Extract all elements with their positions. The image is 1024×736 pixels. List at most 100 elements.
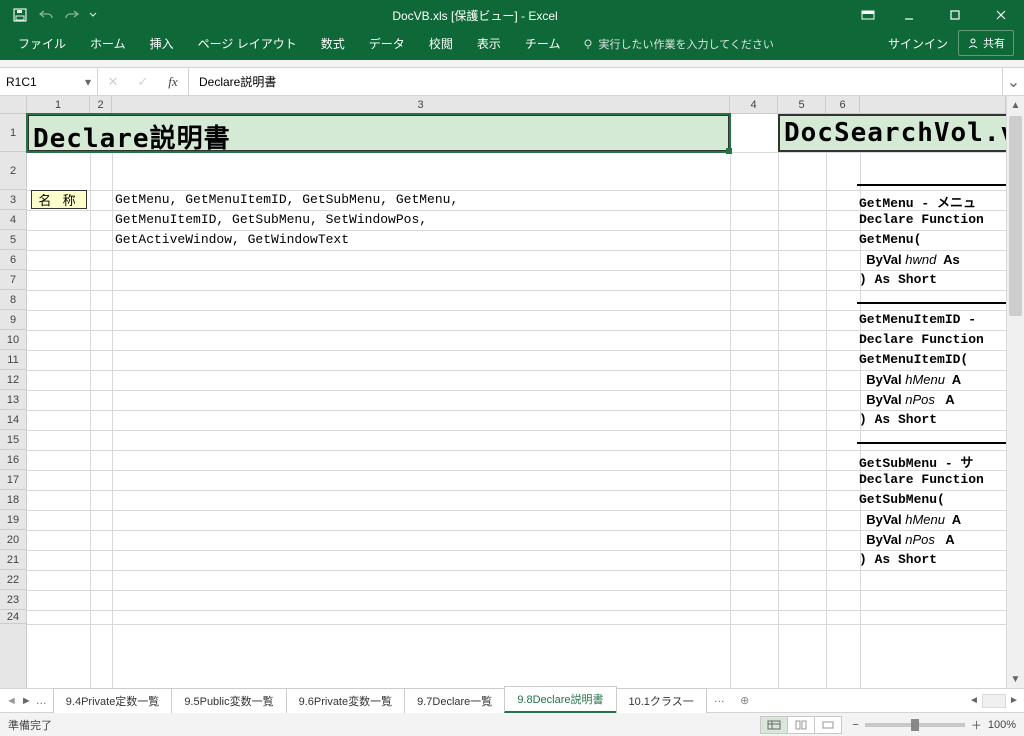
label-name-cell[interactable]: 名 称	[31, 190, 87, 209]
save-icon[interactable]	[8, 3, 32, 27]
tell-me[interactable]: 実行したい作業を入力してください	[572, 30, 783, 60]
row-header[interactable]: 5	[0, 230, 26, 250]
cell-text[interactable]: ByVal nPos A	[859, 392, 955, 408]
tab-pagelayout[interactable]: ページ レイアウト	[186, 29, 309, 60]
cell-text[interactable]: GetMenu - メニュ	[859, 192, 976, 211]
redo-icon[interactable]	[60, 3, 84, 27]
sheet-nav-more[interactable]: …	[36, 695, 47, 707]
row-header[interactable]: 7	[0, 270, 26, 290]
row-header[interactable]: 17	[0, 470, 26, 490]
qat-dropdown-icon[interactable]	[86, 3, 100, 27]
row-header[interactable]: 10	[0, 330, 26, 350]
zoom-out-button[interactable]: −	[852, 719, 858, 731]
chevron-down-icon[interactable]: ▾	[85, 75, 91, 89]
zoom-in-button[interactable]: ＋	[971, 717, 982, 733]
view-pagelayout-icon[interactable]	[787, 716, 815, 734]
sheet-tab[interactable]: 9.6Private変数一覧	[286, 688, 406, 713]
cell-text[interactable]: GetSubMenu - サ	[859, 452, 973, 471]
row-header[interactable]: 22	[0, 570, 26, 590]
column-header[interactable]: 4	[730, 96, 778, 113]
sheet-nav-prev-icon[interactable]: ◄	[6, 695, 17, 707]
cell-text[interactable]: GetMenu, GetMenuItemID, GetSubMenu, GetM…	[115, 192, 458, 207]
cell-text[interactable]: GetMenuItemID, GetSubMenu, SetWindowPos,	[115, 212, 427, 227]
column-header[interactable]: 3	[112, 96, 730, 113]
row-header[interactable]: 11	[0, 350, 26, 370]
column-header[interactable]: 2	[90, 96, 112, 113]
hscroll-right-icon[interactable]: ►	[1006, 695, 1022, 706]
cell-text[interactable]: GetSubMenu(	[859, 492, 945, 507]
row-header[interactable]: 23	[0, 590, 26, 610]
tab-data[interactable]: データ	[357, 29, 417, 60]
tab-file[interactable]: ファイル	[6, 29, 78, 60]
cell-text[interactable]: ) As Short	[859, 272, 937, 287]
zoom-level[interactable]: 100%	[988, 719, 1016, 731]
sheet-tab[interactable]: 9.7Declare一覧	[404, 688, 505, 713]
column-header[interactable]: 1	[27, 96, 90, 113]
cell-text[interactable]: Declare Function	[859, 212, 984, 227]
column-header[interactable]: 6	[826, 96, 860, 113]
expand-formula-icon[interactable]: ⌄	[1002, 68, 1024, 95]
column-header[interactable]: 5	[778, 96, 826, 113]
row-header[interactable]: 8	[0, 290, 26, 310]
sheet-nav-next-icon[interactable]: ►	[21, 695, 32, 707]
title-cell-left[interactable]: Declare説明書	[27, 114, 730, 152]
cell-text[interactable]: ByVal nPos A	[859, 532, 955, 548]
row-header[interactable]: 24	[0, 610, 26, 624]
title-cell-right[interactable]: DocSearchVol.v	[778, 114, 1024, 152]
row-header[interactable]: 6	[0, 250, 26, 270]
cell-text[interactable]: ByVal hMenu A	[859, 512, 961, 528]
row-header[interactable]: 3	[0, 190, 26, 210]
cell-text[interactable]: GetMenuItemID -	[859, 312, 976, 327]
cell-text[interactable]: Declare Function	[859, 472, 984, 487]
scroll-down-icon[interactable]: ▼	[1007, 670, 1024, 688]
view-normal-icon[interactable]	[760, 716, 788, 734]
row-header[interactable]: 16	[0, 450, 26, 470]
tab-formulas[interactable]: 数式	[309, 29, 357, 60]
maximize-button[interactable]	[932, 0, 978, 30]
share-button[interactable]: 共有	[958, 30, 1014, 56]
row-header[interactable]: 15	[0, 430, 26, 450]
enter-formula-icon[interactable]: ✓	[128, 74, 158, 90]
cell-text[interactable]: ByVal hMenu A	[859, 372, 961, 388]
cell-text[interactable]: ) As Short	[859, 552, 937, 567]
select-all-triangle[interactable]	[0, 96, 27, 114]
tab-insert[interactable]: 挿入	[138, 29, 186, 60]
sheet-tab[interactable]: 9.8Declare説明書	[504, 686, 616, 713]
formula-input[interactable]: Declare説明書	[189, 68, 1002, 95]
hscroll-left-icon[interactable]: ◄	[966, 695, 982, 706]
row-header[interactable]: 9	[0, 310, 26, 330]
row-header[interactable]: 21	[0, 550, 26, 570]
row-header[interactable]: 2	[0, 152, 26, 190]
cell-text[interactable]: ByVal hwnd As	[859, 252, 960, 268]
close-button[interactable]	[978, 0, 1024, 30]
tab-view[interactable]: 表示	[465, 29, 513, 60]
minimize-button[interactable]	[886, 0, 932, 30]
vertical-scrollbar[interactable]: ▲ ▼	[1006, 96, 1024, 688]
hscroll-track[interactable]	[982, 694, 1006, 708]
cells-area[interactable]: Declare説明書 DocSearchVol.v 名 称 GetMenu, G…	[27, 114, 1006, 688]
row-header[interactable]: 4	[0, 210, 26, 230]
sheet-tab[interactable]: 9.4Private定数一覧	[53, 688, 173, 713]
sheet-tab[interactable]: 9.5Public変数一覧	[171, 688, 286, 713]
cell-text[interactable]: GetMenu(	[859, 232, 921, 247]
row-header[interactable]: 14	[0, 410, 26, 430]
cell-text[interactable]: Declare Function	[859, 332, 984, 347]
row-header[interactable]: 13	[0, 390, 26, 410]
cancel-formula-icon[interactable]: ✕	[98, 74, 128, 90]
cell-text[interactable]: ) As Short	[859, 412, 937, 427]
row-header[interactable]: 19	[0, 510, 26, 530]
scroll-thumb[interactable]	[1009, 116, 1022, 316]
zoom-slider[interactable]	[865, 723, 965, 727]
name-box[interactable]: R1C1 ▾	[0, 68, 98, 95]
sheet-tab[interactable]: 10.1クラス一	[616, 688, 707, 713]
tab-home[interactable]: ホーム	[78, 29, 138, 60]
ribbon-options-icon[interactable]	[850, 0, 886, 30]
fx-icon[interactable]: fx	[158, 74, 188, 90]
row-header[interactable]: 20	[0, 530, 26, 550]
tab-review[interactable]: 校閲	[417, 29, 465, 60]
row-header[interactable]: 18	[0, 490, 26, 510]
tab-team[interactable]: チーム	[513, 29, 573, 60]
cell-text[interactable]: GetMenuItemID(	[859, 352, 968, 367]
undo-icon[interactable]	[34, 3, 58, 27]
view-pagebreak-icon[interactable]	[814, 716, 842, 734]
